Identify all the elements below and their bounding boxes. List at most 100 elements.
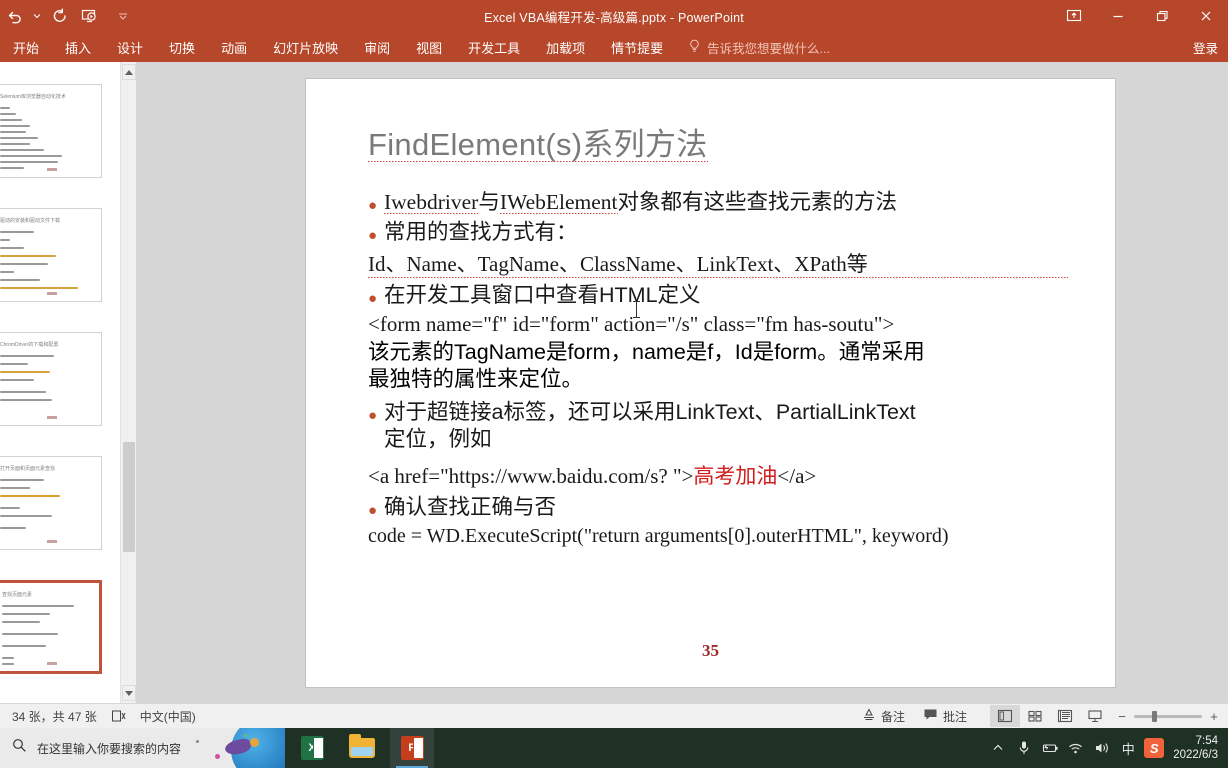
- slide-page-number: 35: [702, 641, 719, 660]
- plain-line-1: Id、Name、TagName、ClassName、LinkText、XPath…: [368, 248, 1068, 279]
- tab-animations[interactable]: 动画: [208, 32, 260, 62]
- thumbnail-scrollbar[interactable]: [120, 62, 136, 703]
- list-item[interactable]: ChromDriver的下载和配置: [0, 332, 102, 426]
- zoom-out-button[interactable]: −: [1116, 709, 1128, 724]
- taskbar-powerpoint-button[interactable]: P: [390, 728, 434, 768]
- reading-view-icon: [1057, 709, 1073, 723]
- customize-quick-access-icon[interactable]: [116, 1, 130, 31]
- restore-icon[interactable]: [1140, 0, 1184, 32]
- show-hidden-icons-button[interactable]: [985, 728, 1011, 768]
- start-slideshow-icon[interactable]: [74, 1, 104, 31]
- slide-canvas[interactable]: FindElement(s)系列方法 ● Iwebdriver与IWebElem…: [305, 78, 1116, 688]
- notes-button[interactable]: 备注: [853, 705, 914, 727]
- slide-sorter-icon: [1028, 710, 1042, 722]
- comment-bubble-icon: [923, 708, 938, 724]
- battery-icon[interactable]: [1037, 728, 1063, 768]
- search-input[interactable]: 在这里输入你要搜索的内容: [0, 728, 285, 768]
- sogou-input-icon[interactable]: S: [1141, 728, 1167, 768]
- tab-design[interactable]: 设计: [104, 32, 156, 62]
- view-normal-button[interactable]: [990, 705, 1020, 727]
- plain-line-2: <form name="f" id="form" action="/s" cla…: [368, 311, 895, 336]
- clock-date: 2022/6/3: [1173, 749, 1218, 761]
- tab-addins[interactable]: 加载项: [533, 32, 598, 62]
- ribbon-tabs: 开始 插入 设计 切换 动画 幻灯片放映 审阅 视图 开发工具 加载项 情节提要: [0, 32, 676, 62]
- page-title[interactable]: FindElement(s)系列方法: [368, 119, 708, 164]
- spellcheck-icon[interactable]: [111, 709, 126, 723]
- tab-review[interactable]: 审阅: [351, 32, 403, 62]
- work-area: Selenium库浏览器自动化技术 驱动的安装和驱动文件下载 ChromDriv…: [0, 62, 1228, 703]
- tab-storyboard[interactable]: 情节提要: [598, 32, 676, 62]
- zoom-in-button[interactable]: +: [1208, 709, 1220, 724]
- chevron-up-icon: [993, 744, 1003, 750]
- window-controls: [1052, 0, 1228, 32]
- title-bar: Excel VBA编程开发-高级篇.pptx - PowerPoint: [0, 0, 1228, 32]
- bullet-line: ● 对于超链接a标签，还可以采用LinkText、PartialLinkText…: [368, 399, 1068, 454]
- slide-thumbnail-pane[interactable]: Selenium库浏览器自动化技术 驱动的安装和驱动文件下载 ChromDriv…: [0, 62, 120, 703]
- thumbnail-title: 打开页面和页面元素查找: [0, 466, 56, 472]
- tell-me-box[interactable]: 告诉我您想要做什么...: [688, 32, 830, 62]
- comments-button[interactable]: 批注: [914, 705, 976, 727]
- ime-indicator[interactable]: 中: [1115, 728, 1141, 768]
- taskbar-file-explorer-button[interactable]: [340, 728, 384, 768]
- bullet-line: ● 确认查找正确与否: [368, 494, 1068, 522]
- tab-slideshow[interactable]: 幻灯片放映: [260, 32, 351, 62]
- plain-line-3a: 该元素的TagName是form，name是f，Id是form。通常采用: [368, 339, 925, 364]
- taskbar-dot-decoration: [250, 738, 259, 747]
- view-slide-sorter-button[interactable]: [1020, 705, 1050, 727]
- volume-icon[interactable]: [1089, 728, 1115, 768]
- anchor-open-tag: <a href="https://www.baidu.com/s? ">: [368, 463, 694, 488]
- bullet-icon: ●: [368, 501, 378, 519]
- scroll-down-button[interactable]: [122, 685, 136, 701]
- bullet-1-seg-d: 对象都有这些查找元素的方法: [617, 190, 898, 214]
- window-title: Excel VBA编程开发-高级篇.pptx - PowerPoint: [484, 10, 744, 25]
- language-status[interactable]: 中文(中国): [140, 708, 196, 725]
- windows-taskbar: 在这里输入你要搜索的内容 X P 中 S 7:54 2022/6/3: [0, 728, 1228, 768]
- tab-transitions[interactable]: 切换: [156, 32, 208, 62]
- zoom-slider-handle[interactable]: [1152, 710, 1157, 722]
- tab-developer[interactable]: 开发工具: [455, 32, 533, 62]
- taskbar-excel-button[interactable]: X: [290, 728, 334, 768]
- list-item[interactable]: 驱动的安装和驱动文件下载: [0, 208, 102, 302]
- ribbon-display-options-icon[interactable]: [1052, 0, 1096, 32]
- zoom-slider-track[interactable]: [1134, 710, 1202, 722]
- bullet-1-seg-c: IWebElement: [499, 190, 618, 214]
- status-bar-right: 备注 批注 − +: [853, 705, 1220, 727]
- list-item[interactable]: Selenium库浏览器自动化技术: [0, 84, 102, 178]
- sign-in-button[interactable]: 登录: [1193, 32, 1218, 62]
- bullet-1-seg-a: Iwebdriver: [384, 190, 479, 214]
- slide-count-status[interactable]: 34 张，共 47 张: [12, 708, 97, 725]
- redo-icon[interactable]: [44, 1, 74, 31]
- close-icon[interactable]: [1184, 0, 1228, 32]
- taskbar-app-icons: X P: [290, 728, 434, 768]
- plain-line-5: code = WD.ExecuteScript("return argument…: [368, 525, 949, 548]
- clock[interactable]: 7:54 2022/6/3: [1167, 734, 1228, 763]
- bullet-icon: ●: [368, 406, 378, 424]
- lightbulb-icon: [688, 39, 701, 56]
- undo-dropdown-icon[interactable]: [30, 1, 44, 31]
- bullet-1-seg-b: 与: [478, 190, 500, 214]
- thumbnail-title: ChromDriver的下载和配置: [0, 342, 59, 348]
- tab-view[interactable]: 视图: [403, 32, 455, 62]
- microphone-icon[interactable]: [1011, 728, 1037, 768]
- scroll-up-button[interactable]: [122, 64, 136, 80]
- tab-home[interactable]: 开始: [0, 32, 52, 62]
- bullet-4-text: 对于超链接a标签，还可以采用LinkText、PartialLinkText 定…: [384, 399, 1068, 454]
- slide-editing-pane[interactable]: FindElement(s)系列方法 ● Iwebdriver与IWebElem…: [137, 62, 1228, 703]
- chevron-up-icon: [125, 69, 133, 75]
- list-item-selected[interactable]: 查找页面元素: [0, 580, 102, 674]
- bullet-line: ● 在开发工具窗口中查看HTML定义: [368, 282, 1068, 310]
- view-slideshow-button[interactable]: [1080, 705, 1110, 727]
- scrollbar-thumb[interactable]: [123, 442, 135, 552]
- clock-time: 7:54: [1195, 734, 1218, 747]
- status-bar-left: 34 张，共 47 张 中文(中国): [0, 708, 196, 725]
- list-item[interactable]: 打开页面和页面元素查找: [0, 456, 102, 550]
- network-icon[interactable]: [1063, 728, 1089, 768]
- minimize-icon[interactable]: [1096, 0, 1140, 32]
- system-tray: 中 S 7:54 2022/6/3: [985, 728, 1228, 768]
- tab-insert[interactable]: 插入: [52, 32, 104, 62]
- slide-body[interactable]: ● Iwebdriver与IWebElement对象都有这些查找元素的方法 ● …: [368, 189, 1068, 548]
- undo-icon[interactable]: [0, 1, 30, 31]
- view-reading-button[interactable]: [1050, 705, 1080, 727]
- zoom-control[interactable]: − +: [1116, 709, 1220, 724]
- slide-title-text: FindElement(s)系列方法: [368, 127, 708, 162]
